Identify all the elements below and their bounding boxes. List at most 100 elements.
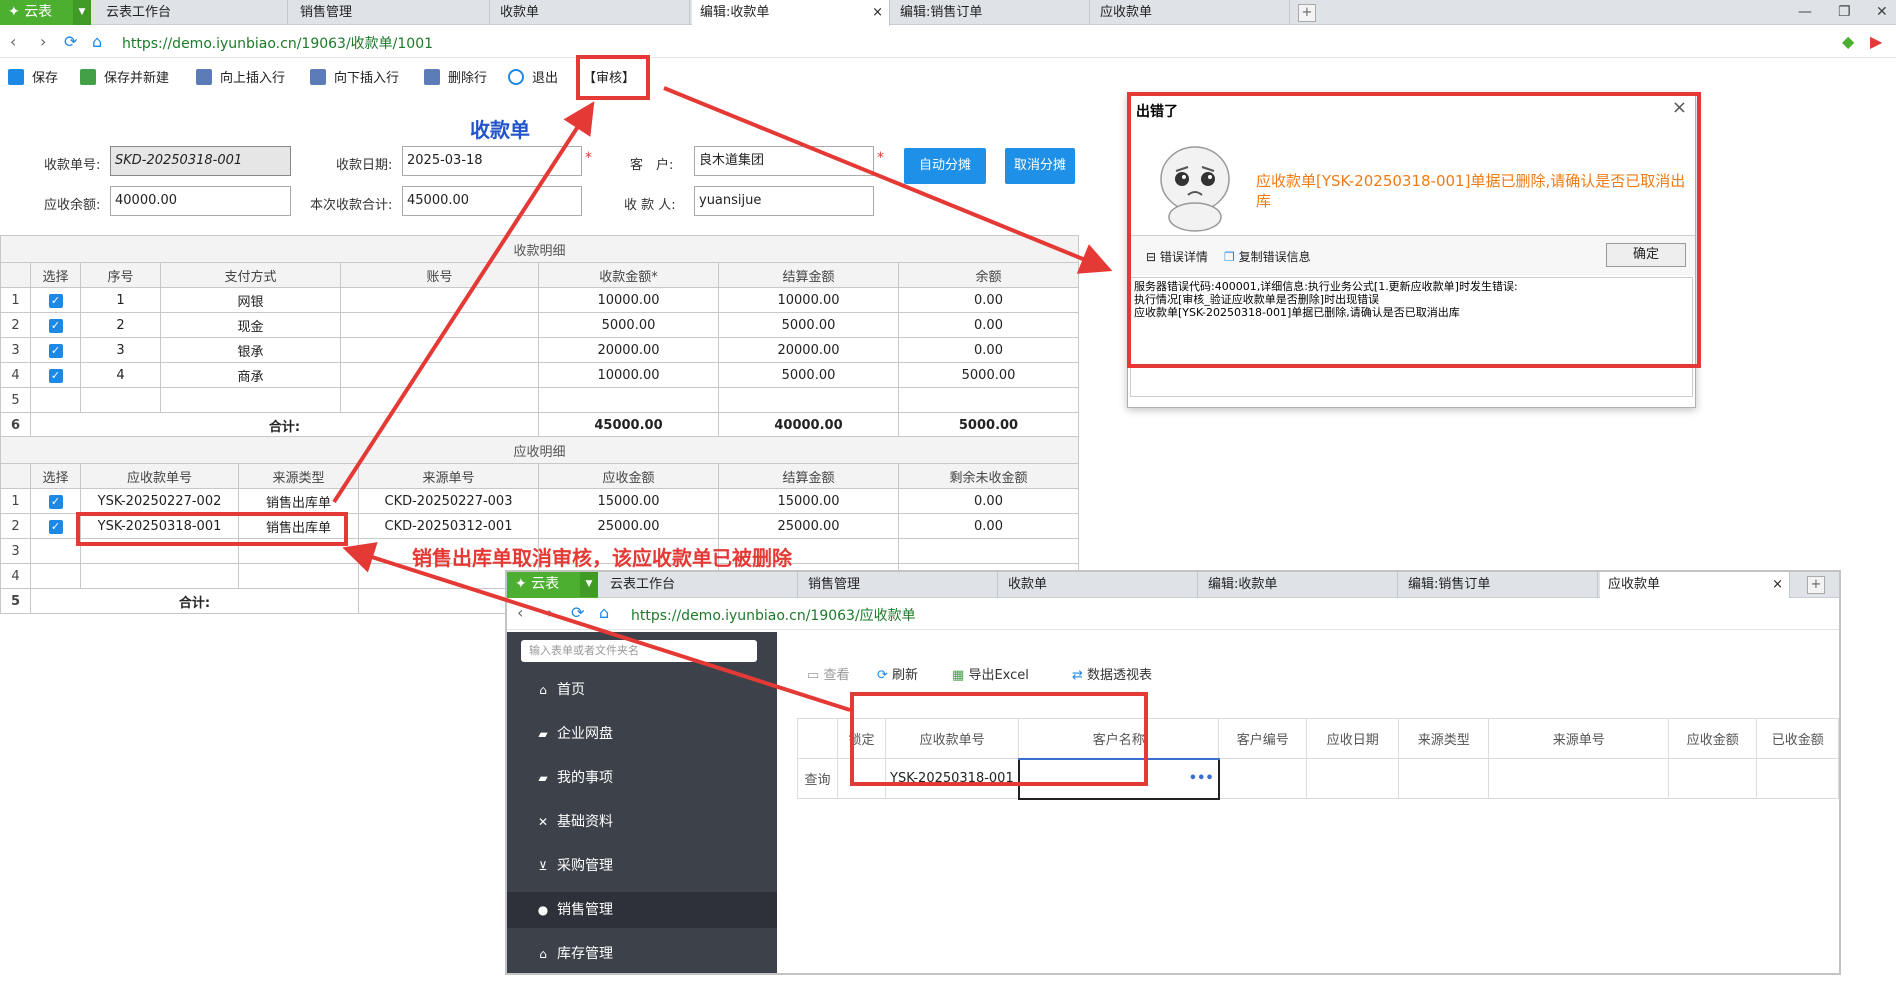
col-header[interactable]: 账号: [340, 262, 539, 288]
tab-receipt[interactable]: 收款单: [492, 0, 690, 25]
forward-icon[interactable]: ›: [547, 603, 553, 622]
col-header[interactable]: 应收款单号: [80, 463, 239, 489]
checkbox[interactable]: ✓: [48, 368, 63, 383]
col-header[interactable]: 应收金额: [1668, 718, 1758, 759]
minimize-icon[interactable]: —: [1798, 0, 1812, 25]
search-input[interactable]: 输入表单或者文件夹名: [521, 640, 757, 662]
tab-receivables[interactable]: 应收款单 ×: [1600, 572, 1790, 598]
col-header[interactable]: 来源类型: [1398, 718, 1490, 759]
close-icon[interactable]: ×: [1772, 572, 1783, 597]
sidebar-item-my-tasks[interactable]: ▰ 我的事项: [507, 760, 777, 796]
tab-edit-receipt[interactable]: 编辑:收款单 ×: [692, 0, 890, 26]
col-header[interactable]: 结算金额: [718, 262, 899, 288]
checkbox[interactable]: ✓: [48, 519, 63, 534]
chevron-down-icon[interactable]: ▼: [73, 0, 91, 25]
sidebar-item-cloud-drive[interactable]: ▰ 企业网盘: [507, 716, 777, 752]
ellipsis-icon[interactable]: •••: [1189, 771, 1214, 786]
back-icon[interactable]: ‹: [517, 603, 523, 622]
col-header[interactable]: 已收金额: [1756, 718, 1839, 759]
checkbox[interactable]: ✓: [48, 318, 63, 333]
new-tab-icon[interactable]: +: [1807, 576, 1825, 594]
balance-field[interactable]: 40000.00: [110, 186, 291, 216]
tab-workbench[interactable]: 云表工作台: [98, 0, 288, 25]
exit-button[interactable]: 退出: [508, 67, 558, 86]
checkbox[interactable]: ✓: [48, 494, 63, 509]
browser-tab-strip: ✦ 云表 ▼ 云表工作台 销售管理 收款单 编辑:收款单 × 编辑:销售订单 应…: [0, 0, 1896, 26]
col-header[interactable]: 来源类型: [238, 463, 359, 489]
col-header[interactable]: 来源单号: [1488, 718, 1670, 759]
tab-edit-sales-order[interactable]: 编辑:销售订单: [1400, 572, 1598, 597]
section-title: 收款明细: [0, 235, 1080, 263]
sidebar-item-home[interactable]: ⌂ 首页: [507, 672, 777, 708]
table-row[interactable]: 5: [0, 387, 1080, 413]
refresh-icon[interactable]: ⟳: [64, 32, 77, 51]
url-field[interactable]: https://demo.iyunbiao.cn/19063/应收款单: [631, 605, 916, 625]
auto-allocate-button[interactable]: 自动分摊: [904, 148, 986, 184]
date-field[interactable]: 2025-03-18: [402, 146, 582, 176]
delete-row-button[interactable]: 删除行: [424, 67, 487, 86]
col-header[interactable]: 来源单号: [358, 463, 539, 489]
export-excel-button[interactable]: ▦ 导出Excel: [952, 664, 1029, 683]
col-header[interactable]: 结算金额: [718, 463, 899, 489]
tab-edit-sales-order[interactable]: 编辑:销售订单: [892, 0, 1090, 25]
save-new-button[interactable]: 保存并新建: [80, 67, 169, 86]
sidebar-item-master-data[interactable]: ✕ 基础资料: [507, 804, 777, 840]
sidebar-item-purchasing[interactable]: ⊻ 采购管理: [507, 848, 777, 884]
app-menu-button[interactable]: ✦ 云表 ▼: [0, 0, 91, 25]
table-row[interactable]: 2 ✓ 2 现金 5000.00 5000.00 0.00: [0, 312, 1080, 338]
back-icon[interactable]: ‹: [10, 32, 16, 51]
checkbox[interactable]: ✓: [48, 343, 63, 358]
restore-icon[interactable]: ❐: [1838, 0, 1851, 25]
col-header[interactable]: 剩余未收金额: [897, 463, 1080, 489]
tab-edit-receipt[interactable]: 编辑:收款单: [1200, 572, 1398, 597]
col-header[interactable]: 应收日期: [1306, 718, 1400, 759]
col-header[interactable]: 客户编号: [1218, 718, 1308, 759]
window-close-icon[interactable]: ✕: [1876, 0, 1888, 25]
new-tab-icon[interactable]: +: [1298, 4, 1316, 22]
doc-no-field[interactable]: SKD-20250318-001: [110, 146, 291, 176]
pivot-table-button[interactable]: ⇄ 数据透视表: [1072, 664, 1152, 683]
table-row[interactable]: 1 ✓ 1 网银 10000.00 10000.00 0.00: [0, 287, 1080, 313]
forward-icon[interactable]: ›: [40, 32, 46, 51]
col-header[interactable]: 应收金额: [538, 463, 719, 489]
refresh-icon[interactable]: ⟳: [571, 603, 584, 622]
col-header[interactable]: 选择: [30, 262, 81, 288]
extension-icon[interactable]: ◆: [1842, 32, 1854, 51]
sidebar-item-inventory[interactable]: ⌂ 库存管理: [507, 936, 777, 972]
chevron-down-icon[interactable]: ▼: [580, 572, 598, 597]
home-icon[interactable]: ⌂: [599, 603, 609, 622]
app-menu-button[interactable]: ✦ 云表 ▼: [507, 572, 598, 598]
col-header[interactable]: 余额: [897, 262, 1080, 288]
table-row[interactable]: 3 ✓ 3 银承 20000.00 20000.00 0.00: [0, 337, 1080, 363]
col-header[interactable]: 序号: [80, 262, 161, 288]
col-header[interactable]: 选择: [30, 463, 81, 489]
save-icon: [8, 69, 24, 85]
table-row[interactable]: 1 ✓ YSK-20250227-002 销售出库单 CKD-20250227-…: [0, 488, 1080, 514]
total-label: 合计:: [30, 412, 539, 438]
tab-sales-management[interactable]: 销售管理: [292, 0, 490, 25]
payee-field[interactable]: yuansijue: [694, 186, 874, 216]
customer-field[interactable]: 良木道集团: [694, 146, 874, 176]
refresh-button[interactable]: ⟳ 刷新: [877, 664, 918, 683]
col-header[interactable]: 支付方式: [160, 262, 341, 288]
payee-label: 收 款 人:: [624, 198, 676, 213]
insert-up-button[interactable]: 向上插入行: [196, 67, 285, 86]
total-field[interactable]: 45000.00: [402, 186, 582, 216]
tab-sales-management[interactable]: 销售管理: [800, 572, 998, 597]
insert-down-button[interactable]: 向下插入行: [310, 67, 399, 86]
tab-receivables[interactable]: 应收款单: [1092, 0, 1290, 25]
close-icon[interactable]: ×: [872, 0, 883, 25]
save-button[interactable]: 保存: [8, 67, 58, 86]
tab-receipt[interactable]: 收款单: [1000, 572, 1198, 597]
home-icon[interactable]: ⌂: [92, 32, 102, 51]
table-row[interactable]: 4 ✓ 4 商承 10000.00 5000.00 5000.00: [0, 362, 1080, 388]
tab-workbench[interactable]: 云表工作台: [602, 572, 798, 597]
cancel-allocate-button[interactable]: 取消分摊: [1005, 148, 1075, 184]
video-icon[interactable]: ▶: [1870, 32, 1882, 51]
sidebar-item-sales[interactable]: ● 销售管理: [507, 892, 777, 928]
checkbox[interactable]: ✓: [48, 293, 63, 308]
address-bar: ‹ › ⟳ ⌂ https://demo.iyunbiao.cn/19063/应…: [507, 598, 1839, 630]
col-header[interactable]: 收款金额*: [538, 262, 719, 288]
url-field[interactable]: https://demo.iyunbiao.cn/19063/收款单/1001: [122, 33, 433, 53]
view-button[interactable]: ▭ 查看: [807, 664, 849, 683]
